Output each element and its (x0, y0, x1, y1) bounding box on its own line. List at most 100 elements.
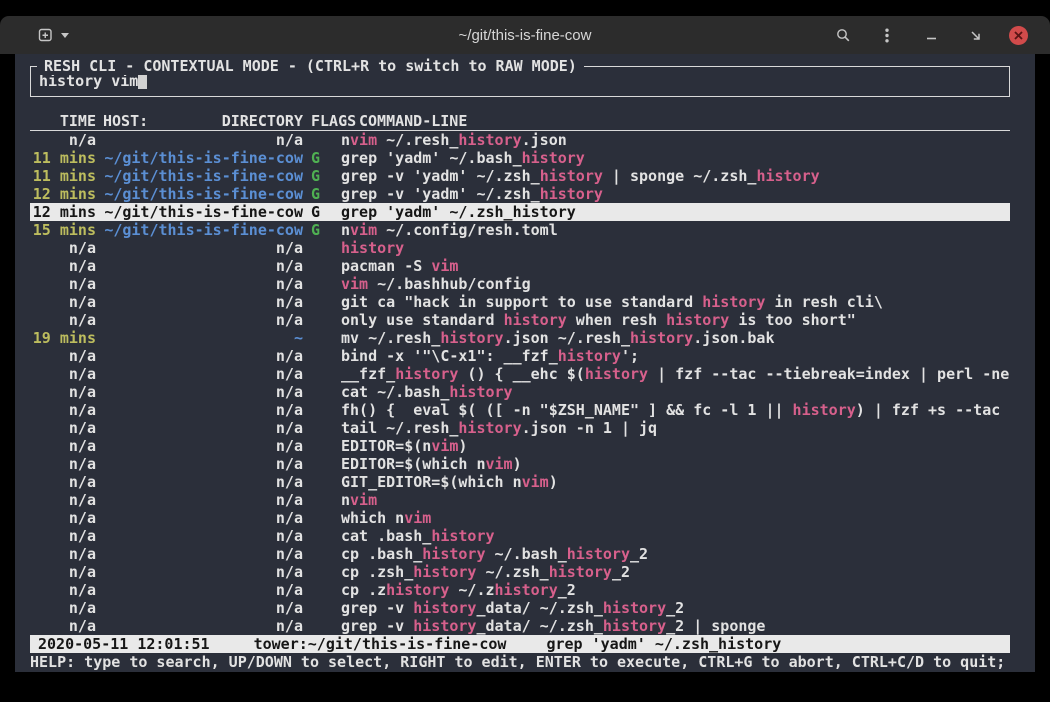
history-row[interactable]: n/an/abind -x '"\C-x1": __fzf_history'; (30, 347, 1010, 365)
history-row-selected[interactable]: 12 mins~/git/this-is-fine-cowGgrep 'yadm… (30, 203, 1010, 221)
row-flags (311, 491, 341, 509)
match-highlight: history (413, 617, 476, 635)
row-flags (311, 131, 341, 149)
row-time: n/a (30, 311, 96, 329)
minimize-button[interactable] (921, 25, 941, 45)
row-flags (311, 383, 341, 401)
close-button[interactable] (1009, 26, 1028, 45)
history-row[interactable]: n/an/agit ca "hack in support to use sta… (30, 293, 1010, 311)
row-time: n/a (30, 473, 96, 491)
history-row[interactable]: n/a n/a cp .zsh_history ~/.zsh_history_2 (30, 563, 1010, 581)
row-command: grep -v history_data/ ~/.zsh_history_2 (341, 599, 1010, 617)
history-row[interactable]: n/an/a__fzf_history () { __ehc $(history… (30, 365, 1010, 383)
text-cursor (138, 73, 147, 89)
row-directory: n/a (103, 455, 303, 473)
history-row[interactable]: n/an/acat ~/.bash_history (30, 383, 1010, 401)
new-tab-button[interactable] (34, 23, 74, 47)
row-command: nvim ~/.config/resh.toml (341, 221, 1010, 239)
history-row[interactable]: n/an/aEDITOR=$(nvim) (30, 437, 1010, 455)
row-flags (311, 401, 341, 419)
new-tab-icon (38, 27, 54, 43)
row-time: n/a (30, 239, 96, 257)
menu-button[interactable] (877, 25, 897, 45)
history-row[interactable]: 15 mins~/git/this-is-fine-cowGnvim ~/.co… (30, 221, 1010, 239)
history-row[interactable]: n/an/agrep -v history_data/ ~/.zsh_histo… (30, 617, 1010, 635)
match-highlight: vim (522, 473, 549, 491)
history-row[interactable]: n/an/ahistory (30, 239, 1010, 257)
row-flags (311, 293, 341, 311)
row-time: n/a (30, 293, 96, 311)
history-row[interactable]: 19 mins~mv ~/.resh_history.json ~/.resh_… (30, 329, 1010, 347)
match-highlight: history (413, 599, 476, 617)
history-row[interactable]: 11 mins~/git/this-is-fine-cowGgrep -v 'y… (30, 167, 1010, 185)
row-command: cp .zsh_history ~/.zsh_history_2 (341, 563, 1010, 581)
row-command: GIT_EDITOR=$(which nvim) (341, 473, 1010, 491)
row-directory: n/a (103, 365, 303, 383)
row-directory: n/a (103, 131, 303, 149)
history-row[interactable]: n/an/atail ~/.resh_history.json -n 1 | j… (30, 419, 1010, 437)
restore-button[interactable] (965, 25, 985, 45)
window-titlebar: ~/git/this-is-fine-cow (0, 16, 1050, 54)
history-row[interactable]: n/an/avim ~/.bashhub/config (30, 275, 1010, 293)
match-highlight: vim (350, 491, 377, 509)
history-row[interactable]: n/an/awhich nvim (30, 509, 1010, 527)
row-command: history (341, 239, 1010, 257)
history-row[interactable]: n/an/acp .bash_history ~/.bash_history_2 (30, 545, 1010, 563)
match-highlight: history (431, 527, 494, 545)
row-command: cp .bash_history ~/.bash_history_2 (341, 545, 1010, 563)
row-command: cat .bash_history (341, 527, 1010, 545)
row-command: grep 'yadm' ~/.bash_history (341, 149, 1010, 167)
header-flags: FLAGS (311, 112, 341, 130)
resh-search-box: RESH CLI - CONTEXTUAL MODE - (CTRL+R to … (30, 66, 1010, 97)
match-highlight: history (513, 203, 576, 221)
row-directory: ~/git/this-is-fine-cow (103, 203, 303, 221)
row-time: n/a (30, 509, 96, 527)
history-row[interactable]: n/an/acp .zhistory ~/.zhistory_2 (30, 581, 1010, 599)
row-directory: ~ (103, 329, 303, 347)
search-button[interactable] (833, 25, 853, 45)
row-directory: n/a (103, 563, 303, 581)
history-row[interactable]: n/an/apacman -S vim (30, 257, 1010, 275)
history-row[interactable]: n/an/agrep -v history_data/ ~/.zsh_histo… (30, 599, 1010, 617)
row-command: vim ~/.bashhub/config (341, 275, 1010, 293)
row-time: n/a (30, 563, 96, 581)
history-row[interactable]: n/an/aGIT_EDITOR=$(which nvim) (30, 473, 1010, 491)
history-row[interactable]: n/an/aonly use standard history when res… (30, 311, 1010, 329)
match-highlight: vim (404, 509, 431, 527)
history-row[interactable]: n/an/aEDITOR=$(which nvim) (30, 455, 1010, 473)
row-command: nvim ~/.resh_history.json (341, 131, 1010, 149)
row-command: grep -v 'yadm' ~/.zsh_history | sponge ~… (341, 167, 1010, 185)
row-time: n/a (30, 581, 96, 599)
row-directory: n/a (103, 491, 303, 509)
row-flags (311, 599, 341, 617)
match-highlight: history (495, 581, 558, 599)
history-row[interactable]: 11 mins~/git/this-is-fine-cowGgrep 'yadm… (30, 149, 1010, 167)
row-command: nvim (341, 491, 1010, 509)
row-flags (311, 311, 341, 329)
match-highlight: history (702, 293, 765, 311)
row-command: grep -v history_data/ ~/.zsh_history_2 |… (341, 617, 1010, 635)
match-highlight: history (422, 545, 485, 563)
screen: ~/git/this-is-fine-cow (0, 0, 1050, 702)
match-highlight: history (395, 365, 458, 383)
row-command: mv ~/.resh_history.json ~/.resh_history.… (341, 329, 1010, 347)
row-command: EDITOR=$(nvim) (341, 437, 1010, 455)
row-time: n/a (30, 491, 96, 509)
history-row[interactable]: 12 mins~/git/this-is-fine-cowGgrep -v 'y… (30, 185, 1010, 203)
history-row[interactable]: n/an/acat .bash_history (30, 527, 1010, 545)
row-command: grep -v 'yadm' ~/.zsh_history (341, 185, 1010, 203)
search-icon (835, 27, 852, 44)
row-command: git ca "hack in support to use standard … (341, 293, 1010, 311)
match-highlight: history (558, 347, 621, 365)
header-host-directory: HOST: DIRECTORY (103, 112, 303, 130)
history-row[interactable]: n/a n/a nvim (30, 491, 1010, 509)
history-row[interactable]: n/an/afh() { eval $( ([ -n "$ZSH_NAME" ]… (30, 401, 1010, 419)
row-command: cp .zhistory ~/.zhistory_2 (341, 581, 1010, 599)
match-highlight: history (793, 401, 856, 419)
header-host: HOST: (103, 112, 148, 130)
history-row[interactable]: n/an/anvim ~/.resh_history.json (30, 131, 1010, 149)
match-highlight: history (756, 167, 819, 185)
row-directory: n/a (103, 311, 303, 329)
row-flags: G (311, 149, 341, 167)
table-header: TIME HOST: DIRECTORY FLAGS COMMAND-LINE (30, 112, 1010, 131)
